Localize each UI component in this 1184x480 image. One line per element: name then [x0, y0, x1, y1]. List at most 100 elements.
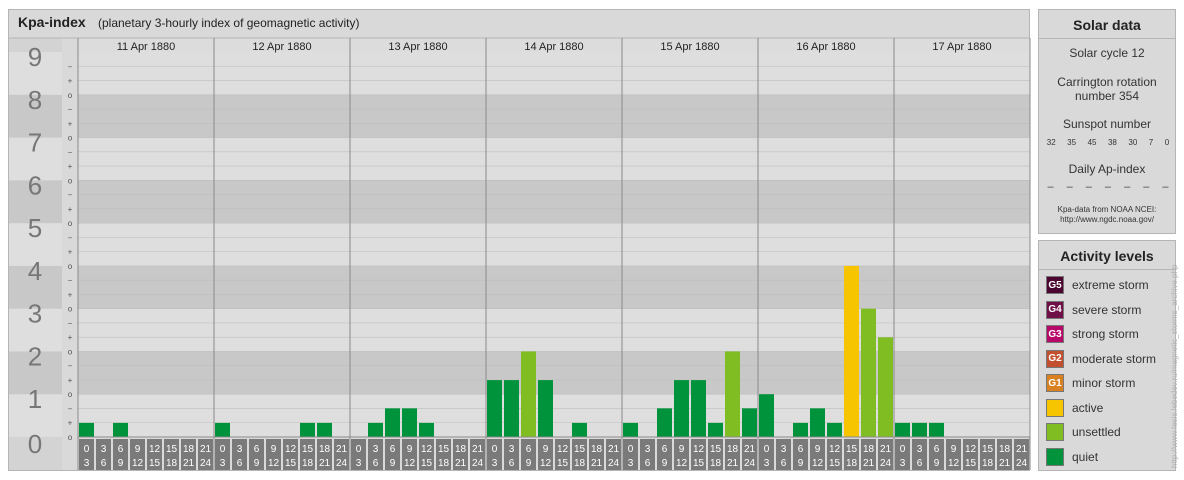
sunspot-value: 32 — [1046, 138, 1056, 147]
interval-end-label: 12 — [812, 458, 824, 469]
kp-bar — [759, 394, 774, 437]
interval-start-label: 12 — [965, 444, 977, 455]
level-swatch — [1046, 447, 1064, 466]
level-minor-storm: G1 minor storm — [1046, 373, 1135, 393]
interval-end-label: 18 — [438, 458, 450, 469]
level-band — [78, 94, 1030, 138]
level-swatch — [1046, 423, 1064, 441]
kp-bar — [487, 380, 502, 437]
level-extreme-storm: G5 extreme storm — [1046, 275, 1149, 295]
kp-bar — [538, 380, 553, 437]
interval-start-label: 3 — [645, 444, 651, 455]
level-quiet: quiet — [1046, 447, 1098, 467]
interval-end-label: 21 — [183, 458, 195, 469]
carrington-line2: number 354 — [1074, 89, 1140, 103]
interval-end-label: 21 — [999, 458, 1011, 469]
ap-value: – — [1085, 181, 1092, 193]
kp-bar — [300, 422, 315, 437]
y-minor-mark: o — [68, 262, 73, 271]
interval-end-label: 3 — [356, 458, 362, 469]
interval-end-label: 21 — [727, 458, 739, 469]
interval-end-label: 12 — [404, 458, 416, 469]
y-minor-mark: o — [68, 347, 73, 356]
interval-end-label: 24 — [1016, 458, 1028, 469]
kp-bar — [912, 422, 927, 437]
interval-start-label: 9 — [679, 444, 685, 455]
level-label: unsettled — [1072, 425, 1121, 439]
y-minor-mark: − — [68, 319, 73, 328]
level-swatch: G3 — [1046, 325, 1064, 343]
level-band — [78, 52, 1030, 95]
interval-end-label: 6 — [509, 458, 515, 469]
level-label: quiet — [1072, 449, 1099, 464]
kp-bar — [691, 380, 706, 437]
interval-start-label: 9 — [135, 444, 141, 455]
interval-start-label: 9 — [815, 444, 821, 455]
y-tick-label: 6 — [28, 170, 42, 200]
interval-start-label: 6 — [934, 444, 940, 455]
interval-start-label: 21 — [200, 444, 212, 455]
interval-start-label: 12 — [285, 444, 297, 455]
interval-start-label: 21 — [608, 444, 620, 455]
interval-end-label: 18 — [982, 458, 994, 469]
interval-end-label: 24 — [200, 458, 212, 469]
interval-end-label: 15 — [965, 458, 977, 469]
y-minor-mark: − — [68, 105, 73, 114]
carrington-line1: Carrington rotation — [1057, 75, 1157, 89]
interval-start-label: 12 — [693, 444, 705, 455]
interval-end-label: 12 — [676, 458, 688, 469]
interval-end-label: 15 — [829, 458, 841, 469]
interval-end-label: 24 — [472, 458, 484, 469]
interval-start-label: 15 — [982, 444, 994, 455]
ap-values: – – – – – – – — [1041, 181, 1175, 193]
interval-end-label: 15 — [693, 458, 705, 469]
interval-start-label: 0 — [764, 444, 770, 455]
kp-bar — [810, 408, 825, 437]
level-band — [78, 223, 1030, 266]
interval-start-label: 18 — [727, 444, 739, 455]
ap-value: – — [1143, 181, 1150, 193]
interval-start-label: 18 — [455, 444, 467, 455]
kp-bar — [827, 422, 842, 437]
interval-start-label: 0 — [220, 444, 226, 455]
sunspot-value: 30 — [1128, 138, 1138, 147]
kp-bar — [521, 351, 536, 437]
kp-bar — [929, 422, 944, 437]
y-tick-label: 9 — [28, 42, 42, 72]
day-label: 17 Apr 1880 — [932, 41, 991, 53]
level-active: active — [1046, 398, 1103, 418]
interval-start-label: 3 — [917, 444, 923, 455]
level-band — [78, 180, 1030, 224]
y-minor-mark: − — [68, 233, 73, 242]
y-tick-label: 4 — [28, 256, 42, 286]
interval-start-label: 3 — [237, 444, 243, 455]
interval-start-label: 12 — [421, 444, 433, 455]
interval-end-label: 21 — [863, 458, 875, 469]
level-strong-storm: G3 strong storm — [1046, 324, 1139, 344]
interval-start-label: 15 — [846, 444, 858, 455]
y-minor-mark: o — [68, 433, 73, 442]
interval-start-label: 18 — [999, 444, 1011, 455]
interval-start-label: 0 — [356, 444, 362, 455]
interval-start-label: 3 — [373, 444, 379, 455]
y-minor-mark: − — [68, 191, 73, 200]
sunspot-value: 45 — [1087, 138, 1097, 147]
interval-start-label: 6 — [526, 444, 532, 455]
interval-start-label: 9 — [951, 444, 957, 455]
day-label: 12 Apr 1880 — [252, 41, 311, 53]
level-swatch: G1 — [1046, 374, 1064, 392]
y-tick-label: 7 — [28, 128, 42, 158]
level-label: extreme storm — [1072, 278, 1149, 292]
interval-end-label: 6 — [781, 458, 787, 469]
level-label: moderate storm — [1072, 351, 1157, 366]
level-label: minor storm — [1072, 376, 1136, 390]
interval-start-label: 21 — [1016, 444, 1028, 455]
interval-start-label: 9 — [407, 444, 413, 455]
kp-bar — [317, 422, 332, 437]
level-label: active — [1072, 400, 1104, 415]
interval-end-label: 18 — [302, 458, 314, 469]
interval-start-label: 18 — [591, 444, 603, 455]
sunspot-values: 32 35 45 38 30 7 0 — [1041, 138, 1175, 147]
source-line1: Kpa-data from NOAA NCEI: — [1057, 205, 1157, 214]
levels-title: Activity levels — [1060, 248, 1154, 264]
